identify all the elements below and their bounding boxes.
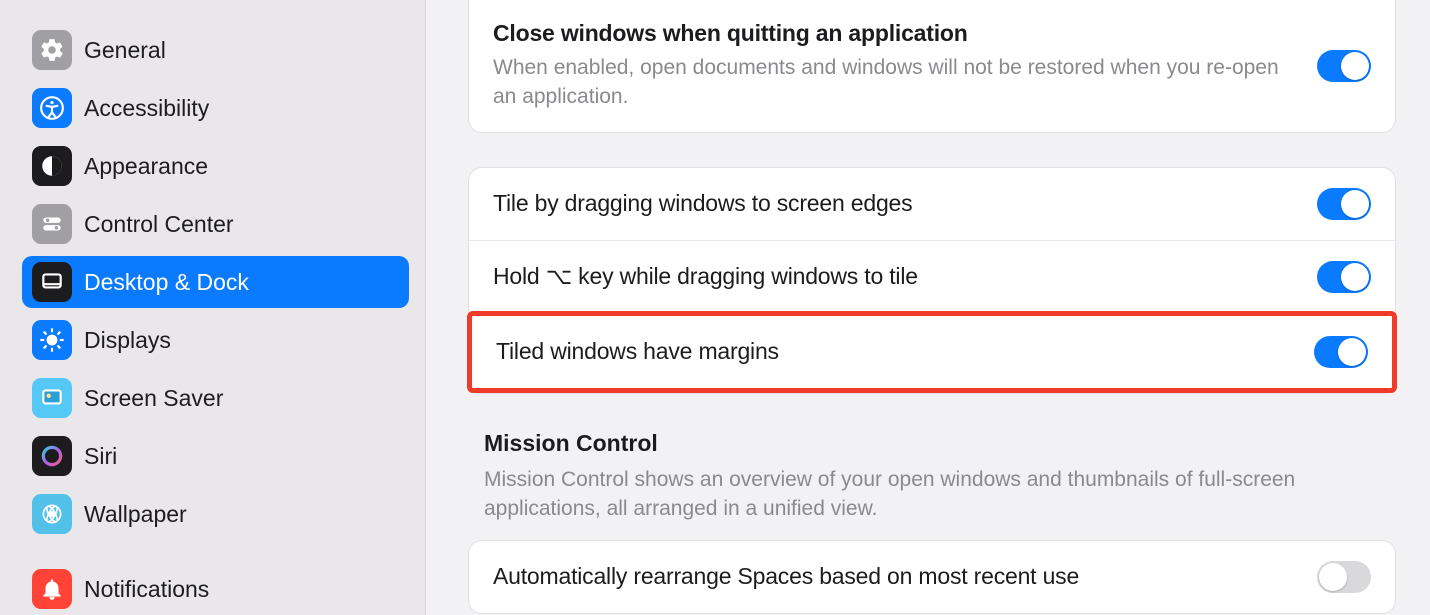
row-title: Automatically rearrange Spaces based on … <box>493 563 1293 590</box>
screen-saver-icon <box>32 378 72 418</box>
row-title: Close windows when quitting an applicati… <box>493 20 1293 47</box>
sidebar-item-label: Control Center <box>84 211 234 238</box>
displays-icon <box>32 320 72 360</box>
sidebar-group-secondary: Notifications <box>22 563 409 615</box>
sidebar-item-desktop-dock[interactable]: Desktop & Dock <box>22 256 409 308</box>
row-title: Hold ⌥ key while dragging windows to til… <box>493 263 1293 290</box>
toggle-close-windows[interactable] <box>1317 50 1371 82</box>
row-close-windows: Close windows when quitting an applicati… <box>469 0 1395 132</box>
content-pane: Close windows when quitting an applicati… <box>426 0 1430 615</box>
toggle-hold-option[interactable] <box>1317 261 1371 293</box>
row-tiled-margins: Tiled windows have margins <box>472 316 1392 388</box>
gear-icon <box>32 30 72 70</box>
sidebar-item-general[interactable]: General <box>22 24 409 76</box>
appearance-icon <box>32 146 72 186</box>
sidebar-item-label: Displays <box>84 327 171 354</box>
row-rearrange-spaces: Automatically rearrange Spaces based on … <box>469 541 1395 613</box>
siri-icon <box>32 436 72 476</box>
section-mission-control: Automatically rearrange Spaces based on … <box>468 540 1396 614</box>
sidebar-item-label: Siri <box>84 443 117 470</box>
heading-desc: Mission Control shows an overview of you… <box>484 465 1344 524</box>
notifications-icon <box>32 569 72 609</box>
sidebar-item-accessibility[interactable]: Accessibility <box>22 82 409 134</box>
sidebar-item-siri[interactable]: Siri <box>22 430 409 482</box>
sidebar: General Accessibility Appearance Control… <box>0 0 426 615</box>
sidebar-item-label: Accessibility <box>84 95 209 122</box>
row-desc: When enabled, open documents and windows… <box>493 53 1293 112</box>
sidebar-item-label: General <box>84 37 166 64</box>
heading-mission-control: Mission Control Mission Control shows an… <box>468 394 1396 540</box>
row-text: Close windows when quitting an applicati… <box>493 20 1293 112</box>
row-title: Tile by dragging windows to screen edges <box>493 190 1293 217</box>
sidebar-item-notifications[interactable]: Notifications <box>22 563 409 615</box>
sidebar-item-label: Wallpaper <box>84 501 187 528</box>
sidebar-item-control-center[interactable]: Control Center <box>22 198 409 250</box>
sidebar-item-wallpaper[interactable]: Wallpaper <box>22 488 409 540</box>
highlight-tiled-margins: Tiled windows have margins <box>467 311 1397 393</box>
sidebar-item-label: Desktop & Dock <box>84 269 249 296</box>
sidebar-spacer <box>22 546 409 557</box>
toggle-rearrange-spaces[interactable] <box>1317 561 1371 593</box>
row-tile-edges: Tile by dragging windows to screen edges <box>469 168 1395 240</box>
sidebar-item-screen-saver[interactable]: Screen Saver <box>22 372 409 424</box>
row-hold-option: Hold ⌥ key while dragging windows to til… <box>469 240 1395 313</box>
sidebar-group-main: General Accessibility Appearance Control… <box>22 24 409 540</box>
sidebar-item-label: Notifications <box>84 576 209 603</box>
sidebar-item-displays[interactable]: Displays <box>22 314 409 366</box>
sidebar-item-label: Screen Saver <box>84 385 223 412</box>
control-center-icon <box>32 204 72 244</box>
desktop-dock-icon <box>32 262 72 302</box>
heading-title: Mission Control <box>484 430 1396 457</box>
sidebar-item-label: Appearance <box>84 153 208 180</box>
row-title: Tiled windows have margins <box>496 338 1290 365</box>
toggle-tiled-margins[interactable] <box>1314 336 1368 368</box>
section-tiling: Tile by dragging windows to screen edges… <box>468 167 1396 394</box>
section-close-windows: Close windows when quitting an applicati… <box>468 0 1396 133</box>
wallpaper-icon <box>32 494 72 534</box>
toggle-tile-edges[interactable] <box>1317 188 1371 220</box>
sidebar-item-appearance[interactable]: Appearance <box>22 140 409 192</box>
accessibility-icon <box>32 88 72 128</box>
